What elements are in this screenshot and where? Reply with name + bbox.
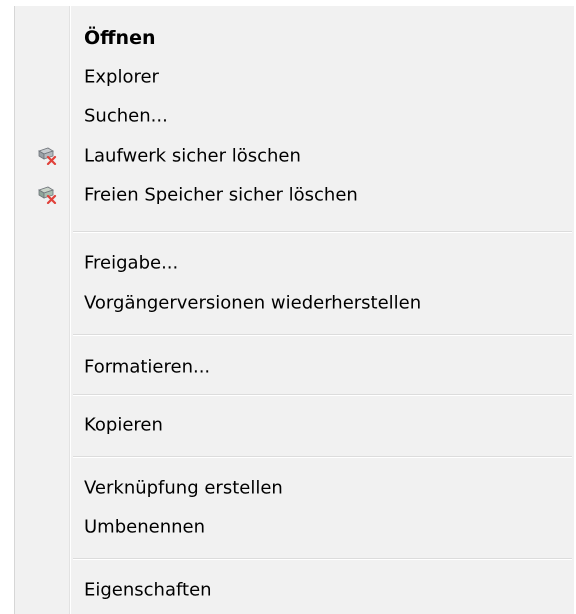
menu-item-label: Freien Speicher sicher löschen xyxy=(84,184,358,206)
menu-item-restore-previous-versions[interactable]: Vorgängerversionen wiederherstellen xyxy=(15,283,574,323)
menu-item-label: Freigabe... xyxy=(84,252,179,274)
menu-item-share[interactable]: Freigabe... xyxy=(15,243,574,283)
menu-item-secure-erase-drive[interactable]: Laufwerk sicher löschen xyxy=(15,136,574,176)
menu-item-format[interactable]: Formatieren... xyxy=(15,347,574,387)
menu-item-label: Suchen... xyxy=(84,105,168,127)
menu-item-label: Öffnen xyxy=(84,27,156,49)
menu-item-secure-erase-free-space[interactable]: Freien Speicher sicher löschen xyxy=(15,175,574,215)
menu-separator xyxy=(73,334,572,336)
menu-item-rename[interactable]: Umbenennen xyxy=(15,507,574,547)
secure-erase-drive-icon xyxy=(37,147,57,166)
menu-item-label: Umbenennen xyxy=(84,516,205,538)
menu-item-open[interactable]: Öffnen xyxy=(15,18,574,58)
menu-item-copy[interactable]: Kopieren xyxy=(15,405,574,445)
menu-item-explorer[interactable]: Explorer xyxy=(15,57,574,97)
menu-item-search[interactable]: Suchen... xyxy=(15,96,574,136)
menu-item-label: Formatieren... xyxy=(84,356,211,378)
menu-item-label: Laufwerk sicher löschen xyxy=(84,145,301,167)
menu-separator xyxy=(73,231,572,233)
menu-item-create-shortcut[interactable]: Verknüpfung erstellen xyxy=(15,468,574,508)
menu-separator xyxy=(73,456,572,458)
menu-item-properties[interactable]: Eigenschaften xyxy=(15,570,574,610)
secure-erase-free-space-icon xyxy=(37,186,57,205)
menu-separator xyxy=(73,558,572,560)
menu-separator xyxy=(73,394,572,396)
menu-item-label: Verknüpfung erstellen xyxy=(84,477,283,499)
menu-item-label: Kopieren xyxy=(84,414,163,436)
menu-item-label: Explorer xyxy=(84,66,159,88)
context-menu: Öffnen Explorer Suchen... Laufwerk siche… xyxy=(14,6,574,614)
menu-item-label: Vorgängerversionen wiederherstellen xyxy=(84,292,422,314)
menu-item-label: Eigenschaften xyxy=(84,579,212,601)
